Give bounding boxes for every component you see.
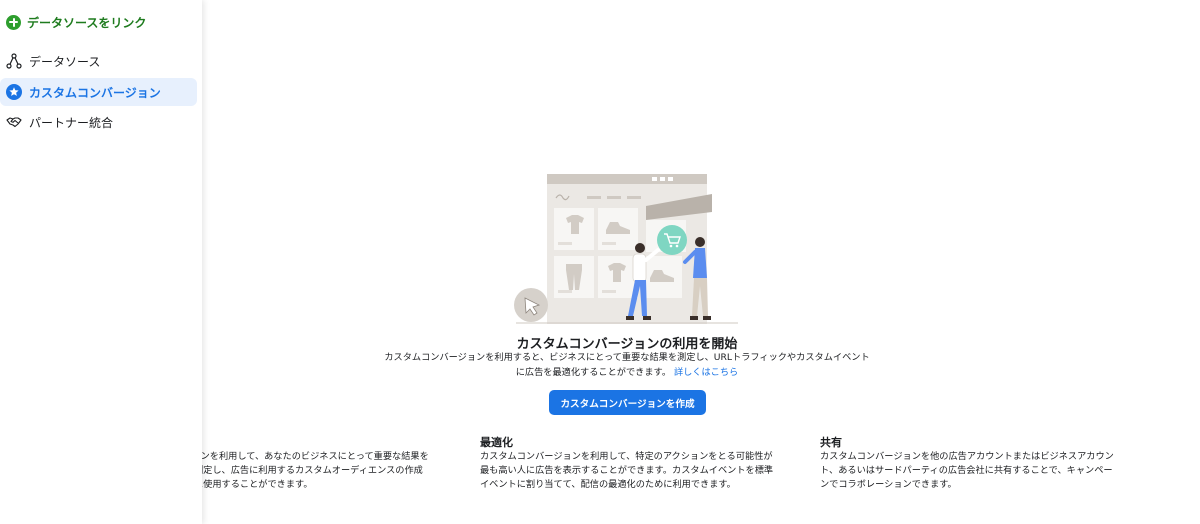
feature-measure: パージョンを利用して、あなたのビジネスにとって重要な結果を測定し、広告に利用する… xyxy=(194,450,432,492)
data-source-nodes-icon xyxy=(6,53,22,69)
link-data-source-button[interactable]: データソースをリンク xyxy=(6,12,146,32)
sidebar-item-data-sources[interactable]: データソース xyxy=(0,47,197,75)
empty-state-title: カスタムコンバージョンの利用を開始 xyxy=(516,337,738,352)
star-circle-icon xyxy=(6,84,22,100)
feature-description: カスタムコンバージョンを利用して、特定のアクションをとる可能性が最も高い人に広告… xyxy=(480,451,774,490)
main-content: カスタムコンバージョンの利用を開始 カスタムコンバージョンを利用すると、ビジネス… xyxy=(194,0,1200,524)
link-data-source-label: データソースをリンク xyxy=(27,15,147,30)
sidebar-item-custom-conversions[interactable]: カスタムコンバージョン xyxy=(0,78,197,106)
create-custom-conversion-button[interactable]: カスタムコンバージョンを作成 xyxy=(549,390,706,415)
feature-title: 共有 xyxy=(820,436,842,449)
sidebar-item-label: カスタムコンバージョン xyxy=(29,85,161,100)
feature-share: 共有 カスタムコンバージョンを他の広告アカウントまたはビジネスアカウント、あるい… xyxy=(820,436,1118,492)
sidebar-item-label: パートナー統合 xyxy=(29,115,114,130)
plus-circle-icon xyxy=(6,14,21,30)
sidebar-item-label: データソース xyxy=(29,54,101,69)
feature-title: 最適化 xyxy=(480,436,513,449)
handshake-icon xyxy=(6,117,22,128)
shop-illustration xyxy=(514,174,738,324)
empty-state-description-text: カスタムコンバージョンを利用すると、ビジネスにとって重要な結果を測定し、URLト… xyxy=(384,352,870,378)
sidebar-item-partner-integrations[interactable]: パートナー統合 xyxy=(0,108,197,136)
learn-more-link[interactable]: 詳しくはこちら xyxy=(674,367,738,378)
sidebar: データソースをリンク データソース カスタムコンバージョン パートナー統合 xyxy=(0,0,202,524)
feature-optimize: 最適化 カスタムコンバージョンを利用して、特定のアクションをとる可能性が最も高い… xyxy=(480,436,778,492)
empty-state-description: カスタムコンバージョンを利用すると、ビジネスにとって重要な結果を測定し、URLト… xyxy=(384,351,870,380)
feature-description: カスタムコンバージョンを他の広告アカウントまたはビジネスアカウント、あるいはサー… xyxy=(820,451,1114,490)
feature-description: パージョンを利用して、あなたのビジネスにとって重要な結果を測定し、広告に利用する… xyxy=(194,451,429,490)
